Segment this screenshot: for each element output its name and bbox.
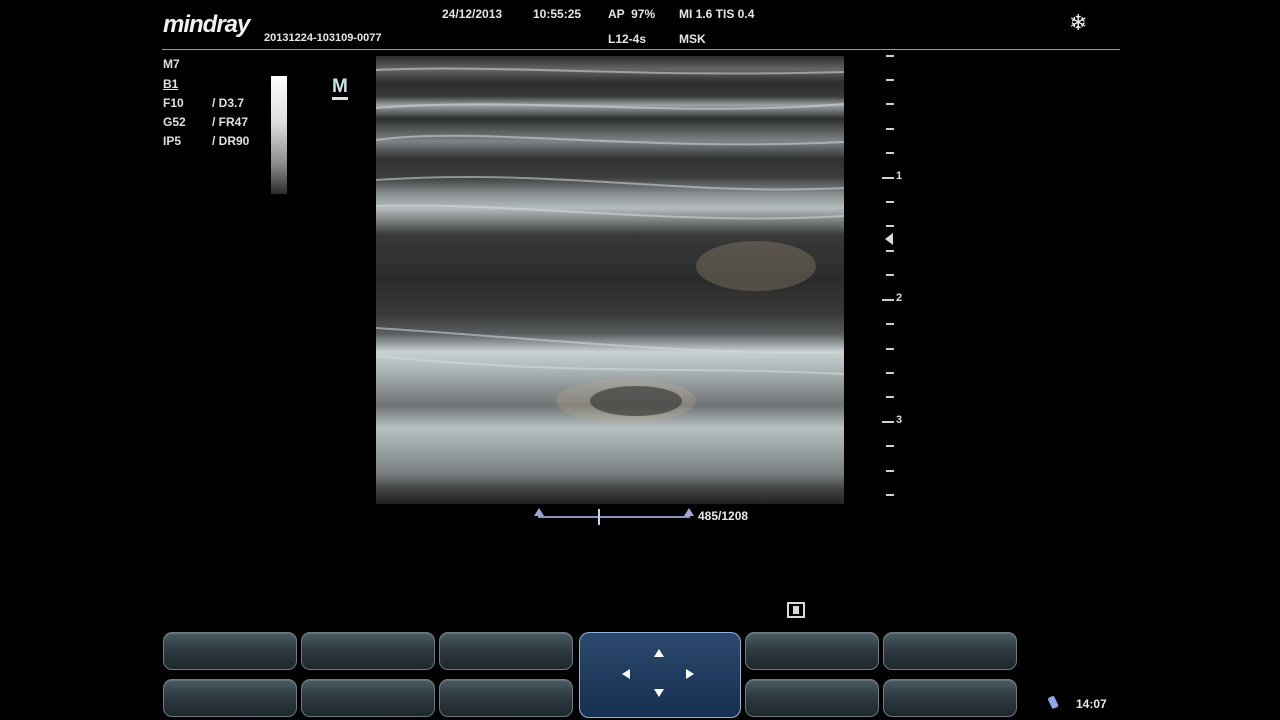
exam-date: 24/12/2013 [442,7,503,21]
m-mode-badge[interactable]: M [332,76,348,100]
soft-button-8[interactable] [439,679,573,717]
depth-label-3: 3 [896,414,903,426]
arrow-down-icon[interactable] [654,689,664,697]
brand-logo: mindray [163,11,250,38]
soft-button-4[interactable] [745,632,879,670]
focus-marker-icon[interactable] [885,233,893,245]
grayscale-bar [271,76,287,194]
soft-button-3[interactable] [439,632,573,670]
clip-icon[interactable] [786,601,806,619]
cine-start-marker-icon[interactable] [534,508,544,516]
ultrasound-image[interactable] [376,56,844,504]
soft-button-2[interactable] [301,632,435,670]
depth-tick [886,396,894,398]
cine-frame-counter: 485/1208 [698,509,749,523]
param-gain: G52 [163,115,186,129]
depth-tick [886,348,894,350]
acoustic-power: AP 97% [608,7,656,21]
depth-tick [886,201,894,203]
depth-tick [886,323,894,325]
cine-end-marker-icon[interactable] [684,508,694,516]
b-mode-label[interactable]: B1 [163,77,178,91]
depth-major-tick [882,177,894,179]
mode-label: M7 [163,57,180,71]
depth-tick [886,225,894,227]
param-image-processing: IP5 [163,134,182,148]
soft-button-5[interactable] [883,632,1017,670]
depth-major-tick [882,421,894,423]
navigation-pad[interactable] [579,632,741,718]
depth-tick [886,103,894,105]
exam-preset: MSK [679,32,706,46]
param-frequency: F10 [163,96,184,110]
depth-label-2: 2 [896,292,903,304]
exam-time: 10:55:25 [533,7,582,21]
depth-tick [886,55,894,57]
arrow-left-icon[interactable] [622,669,630,679]
depth-tick [886,494,894,496]
depth-tick [886,128,894,130]
depth-major-tick [882,299,894,301]
soft-button-6[interactable] [163,679,297,717]
tissue-texture [376,67,844,423]
depth-label-1: 1 [896,170,903,182]
mi-tis-readout: MI 1.6 TIS 0.4 [679,7,755,21]
cine-position-handle[interactable] [597,509,600,525]
soft-button-9[interactable] [745,679,879,717]
probe-icon [1048,696,1059,709]
exam-id: 20131224-103109-0077 [264,32,382,44]
depth-tick [886,470,894,472]
param-depth: / D3.7 [212,96,245,110]
snowflake-icon[interactable]: ❄ [1069,10,1087,36]
soft-button-1[interactable] [163,632,297,670]
depth-tick [886,79,894,81]
depth-tick [886,445,894,447]
header-divider [162,49,1120,50]
arrow-up-icon[interactable] [654,649,664,657]
system-clock: 14:07 [1076,697,1107,711]
arrow-right-icon[interactable] [686,669,694,679]
depth-tick [886,372,894,374]
depth-tick [886,152,894,154]
param-frame-rate: / FR47 [212,115,249,129]
cine-scrollbar[interactable] [534,508,694,518]
depth-tick [886,250,894,252]
soft-button-10[interactable] [883,679,1017,717]
param-dynamic-range: / DR90 [212,134,250,148]
probe-name: L12-4s [608,32,647,46]
depth-tick [886,274,894,276]
soft-button-7[interactable] [301,679,435,717]
